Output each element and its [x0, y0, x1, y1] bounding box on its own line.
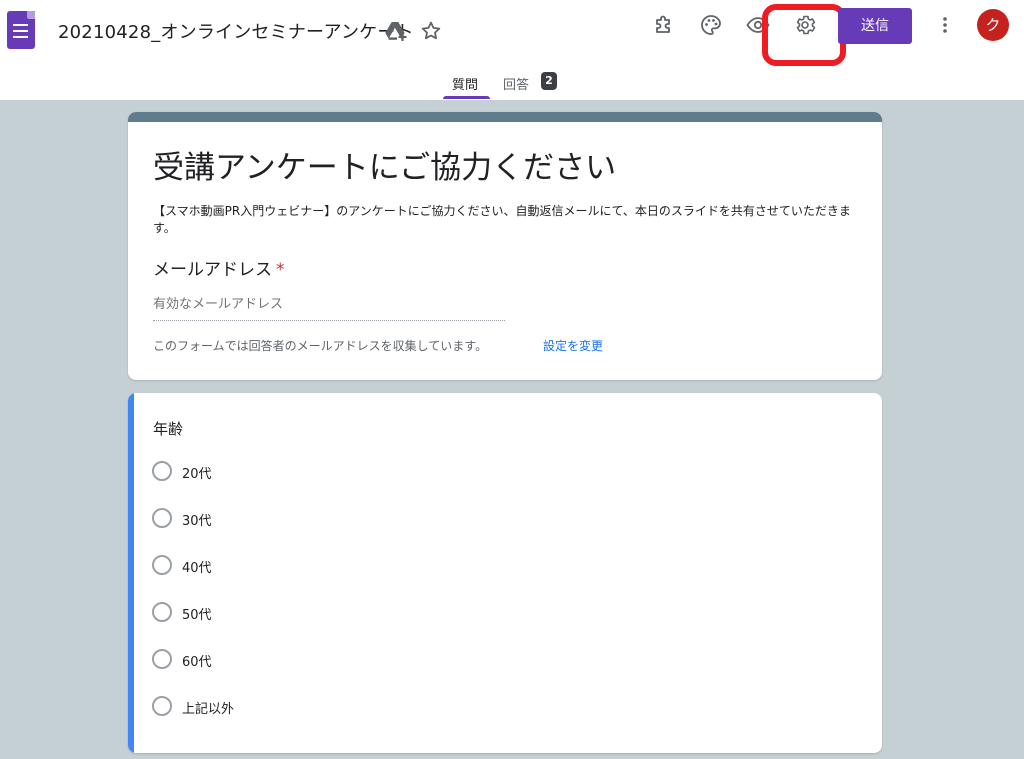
- form-description[interactable]: 【スマホ動画PR入門ウェビナー】のアンケートにご協力ください、自動返信メールにて…: [153, 203, 863, 237]
- highlight-annotation: [762, 4, 846, 66]
- tab-questions[interactable]: 質問: [452, 74, 478, 93]
- option-label: 20代: [182, 467, 212, 482]
- option-label: 50代: [182, 608, 212, 623]
- question-title[interactable]: 年齢: [153, 418, 183, 439]
- email-label-text: メールアドレス: [153, 260, 272, 280]
- responses-count-badge: 2: [541, 72, 557, 90]
- palette-icon[interactable]: [699, 13, 723, 37]
- addon-icon[interactable]: [652, 13, 676, 37]
- radio-button[interactable]: [152, 696, 172, 716]
- send-button[interactable]: 送信: [838, 8, 912, 44]
- radio-button[interactable]: [152, 461, 172, 481]
- option-label: 60代: [182, 655, 212, 670]
- active-question-indicator: [128, 393, 134, 753]
- option-label: 40代: [182, 561, 212, 576]
- star-icon[interactable]: [419, 19, 443, 43]
- more-vert-icon[interactable]: [933, 13, 957, 37]
- theme-accent-bar: [128, 112, 882, 122]
- forms-logo-icon[interactable]: [7, 11, 35, 49]
- avatar[interactable]: ク: [977, 9, 1009, 41]
- change-settings-link[interactable]: 設定を変更: [543, 337, 603, 354]
- question-card[interactable]: 年齢 20代 30代 40代 50代 60代 上記以外: [128, 393, 882, 753]
- document-title[interactable]: 20210428_オンラインセミナーアンケート: [58, 18, 414, 44]
- option-label: 上記以外: [182, 702, 235, 717]
- radio-button[interactable]: [152, 508, 172, 528]
- email-field[interactable]: 有効なメールアドレス: [153, 293, 505, 321]
- tab-responses[interactable]: 回答: [503, 74, 529, 93]
- active-tab-indicator: [443, 96, 490, 99]
- email-question-label: メールアドレス *: [153, 255, 285, 280]
- email-collection-note: このフォームでは回答者のメールアドレスを収集しています。: [153, 339, 488, 353]
- app-header: 20210428_オンラインセミナーアンケート 送信 ク 質問 回答 2: [0, 0, 1024, 100]
- radio-button[interactable]: [152, 649, 172, 669]
- form-title[interactable]: 受講アンケートにご協力ください: [153, 142, 616, 187]
- option-label: 30代: [182, 514, 212, 529]
- radio-button[interactable]: [152, 602, 172, 622]
- drive-add-icon[interactable]: [384, 19, 408, 43]
- radio-button[interactable]: [152, 555, 172, 575]
- required-mark: *: [276, 260, 285, 280]
- form-title-card[interactable]: 受講アンケートにご協力ください 【スマホ動画PR入門ウェビナー】のアンケートにご…: [128, 112, 882, 380]
